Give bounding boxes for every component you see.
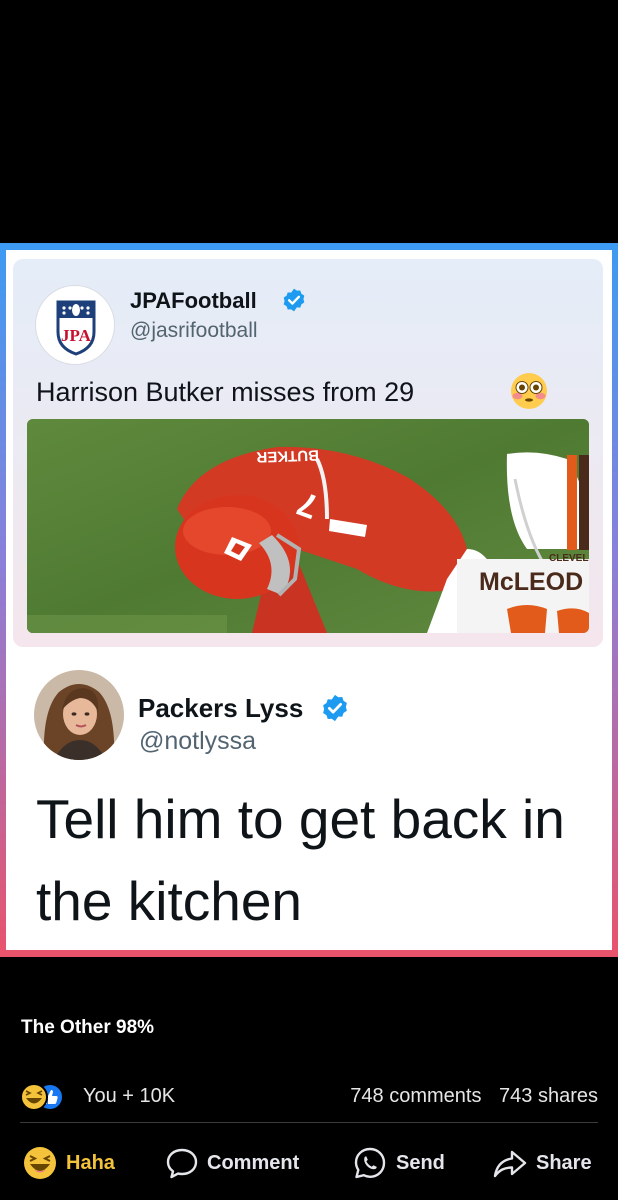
send-button[interactable]: Send bbox=[352, 1146, 445, 1180]
page-name[interactable]: The Other 98% bbox=[21, 1017, 154, 1039]
quoted-tweet: JPA JPAFootball @jasrifootball Harrison … bbox=[13, 259, 603, 647]
haha-emoji-icon bbox=[24, 1147, 56, 1179]
quoted-tweet-text: Harrison Butker misses from 29 bbox=[36, 377, 415, 407]
verified-badge-icon bbox=[283, 288, 305, 312]
jpa-shield-logo: JPA bbox=[56, 300, 96, 356]
share-label: Share bbox=[536, 1151, 592, 1174]
whatsapp-icon bbox=[354, 1147, 386, 1179]
verified-badge-icon bbox=[323, 694, 347, 722]
comment-icon bbox=[166, 1148, 198, 1179]
share-button[interactable]: Share bbox=[492, 1146, 592, 1180]
kicker-photo: 7 BUTKER CLEVELAN McLEOD bbox=[27, 419, 589, 633]
haha-label: Haha bbox=[66, 1151, 115, 1174]
reply-author-name[interactable]: Packers Lyss bbox=[138, 693, 303, 724]
comments-count[interactable]: 748 comments bbox=[350, 1085, 481, 1107]
action-bar: Haha Comment Send Share bbox=[0, 1140, 618, 1186]
send-label: Send bbox=[396, 1151, 445, 1174]
meme-image-frame: JPA JPAFootball @jasrifootball Harrison … bbox=[0, 243, 618, 957]
svg-text:BUTKER: BUTKER bbox=[256, 446, 319, 465]
actions-divider bbox=[20, 1122, 598, 1123]
svg-text:CLEVELAN: CLEVELAN bbox=[549, 553, 589, 564]
svg-text:McLEOD: McLEOD bbox=[479, 568, 583, 596]
comment-button[interactable]: Comment bbox=[165, 1146, 299, 1180]
svg-text:JPA: JPA bbox=[61, 326, 92, 345]
reactions-summary[interactable]: You + 10K bbox=[83, 1085, 175, 1108]
jpa-avatar: JPA bbox=[35, 285, 115, 365]
packers-lyss-avatar[interactable] bbox=[34, 670, 124, 760]
profile-photo bbox=[34, 670, 124, 760]
post-stats: You + 10K 748 comments 743 shares bbox=[20, 1080, 598, 1114]
shares-count[interactable]: 743 shares bbox=[499, 1085, 598, 1107]
comment-label: Comment bbox=[207, 1151, 300, 1174]
tweet-photo[interactable]: 7 BUTKER CLEVELAN McLEOD bbox=[27, 419, 589, 633]
quoted-author-handle[interactable]: @jasrifootball bbox=[130, 319, 258, 343]
reaction-icons[interactable] bbox=[20, 1082, 80, 1112]
meme-card: JPA JPAFootball @jasrifootball Harrison … bbox=[6, 250, 612, 950]
reply-author-handle[interactable]: @notlyssa bbox=[139, 727, 256, 756]
engagement-counts: 748 comments 743 shares bbox=[338, 1085, 598, 1108]
flushed-face-emoji-icon bbox=[511, 373, 547, 409]
haha-button[interactable]: Haha bbox=[22, 1146, 115, 1180]
share-arrow-icon bbox=[493, 1150, 527, 1178]
quoted-author-name[interactable]: JPAFootball bbox=[130, 288, 257, 314]
reply-tweet-text: Tell him to get back in the kitchen bbox=[36, 788, 565, 932]
